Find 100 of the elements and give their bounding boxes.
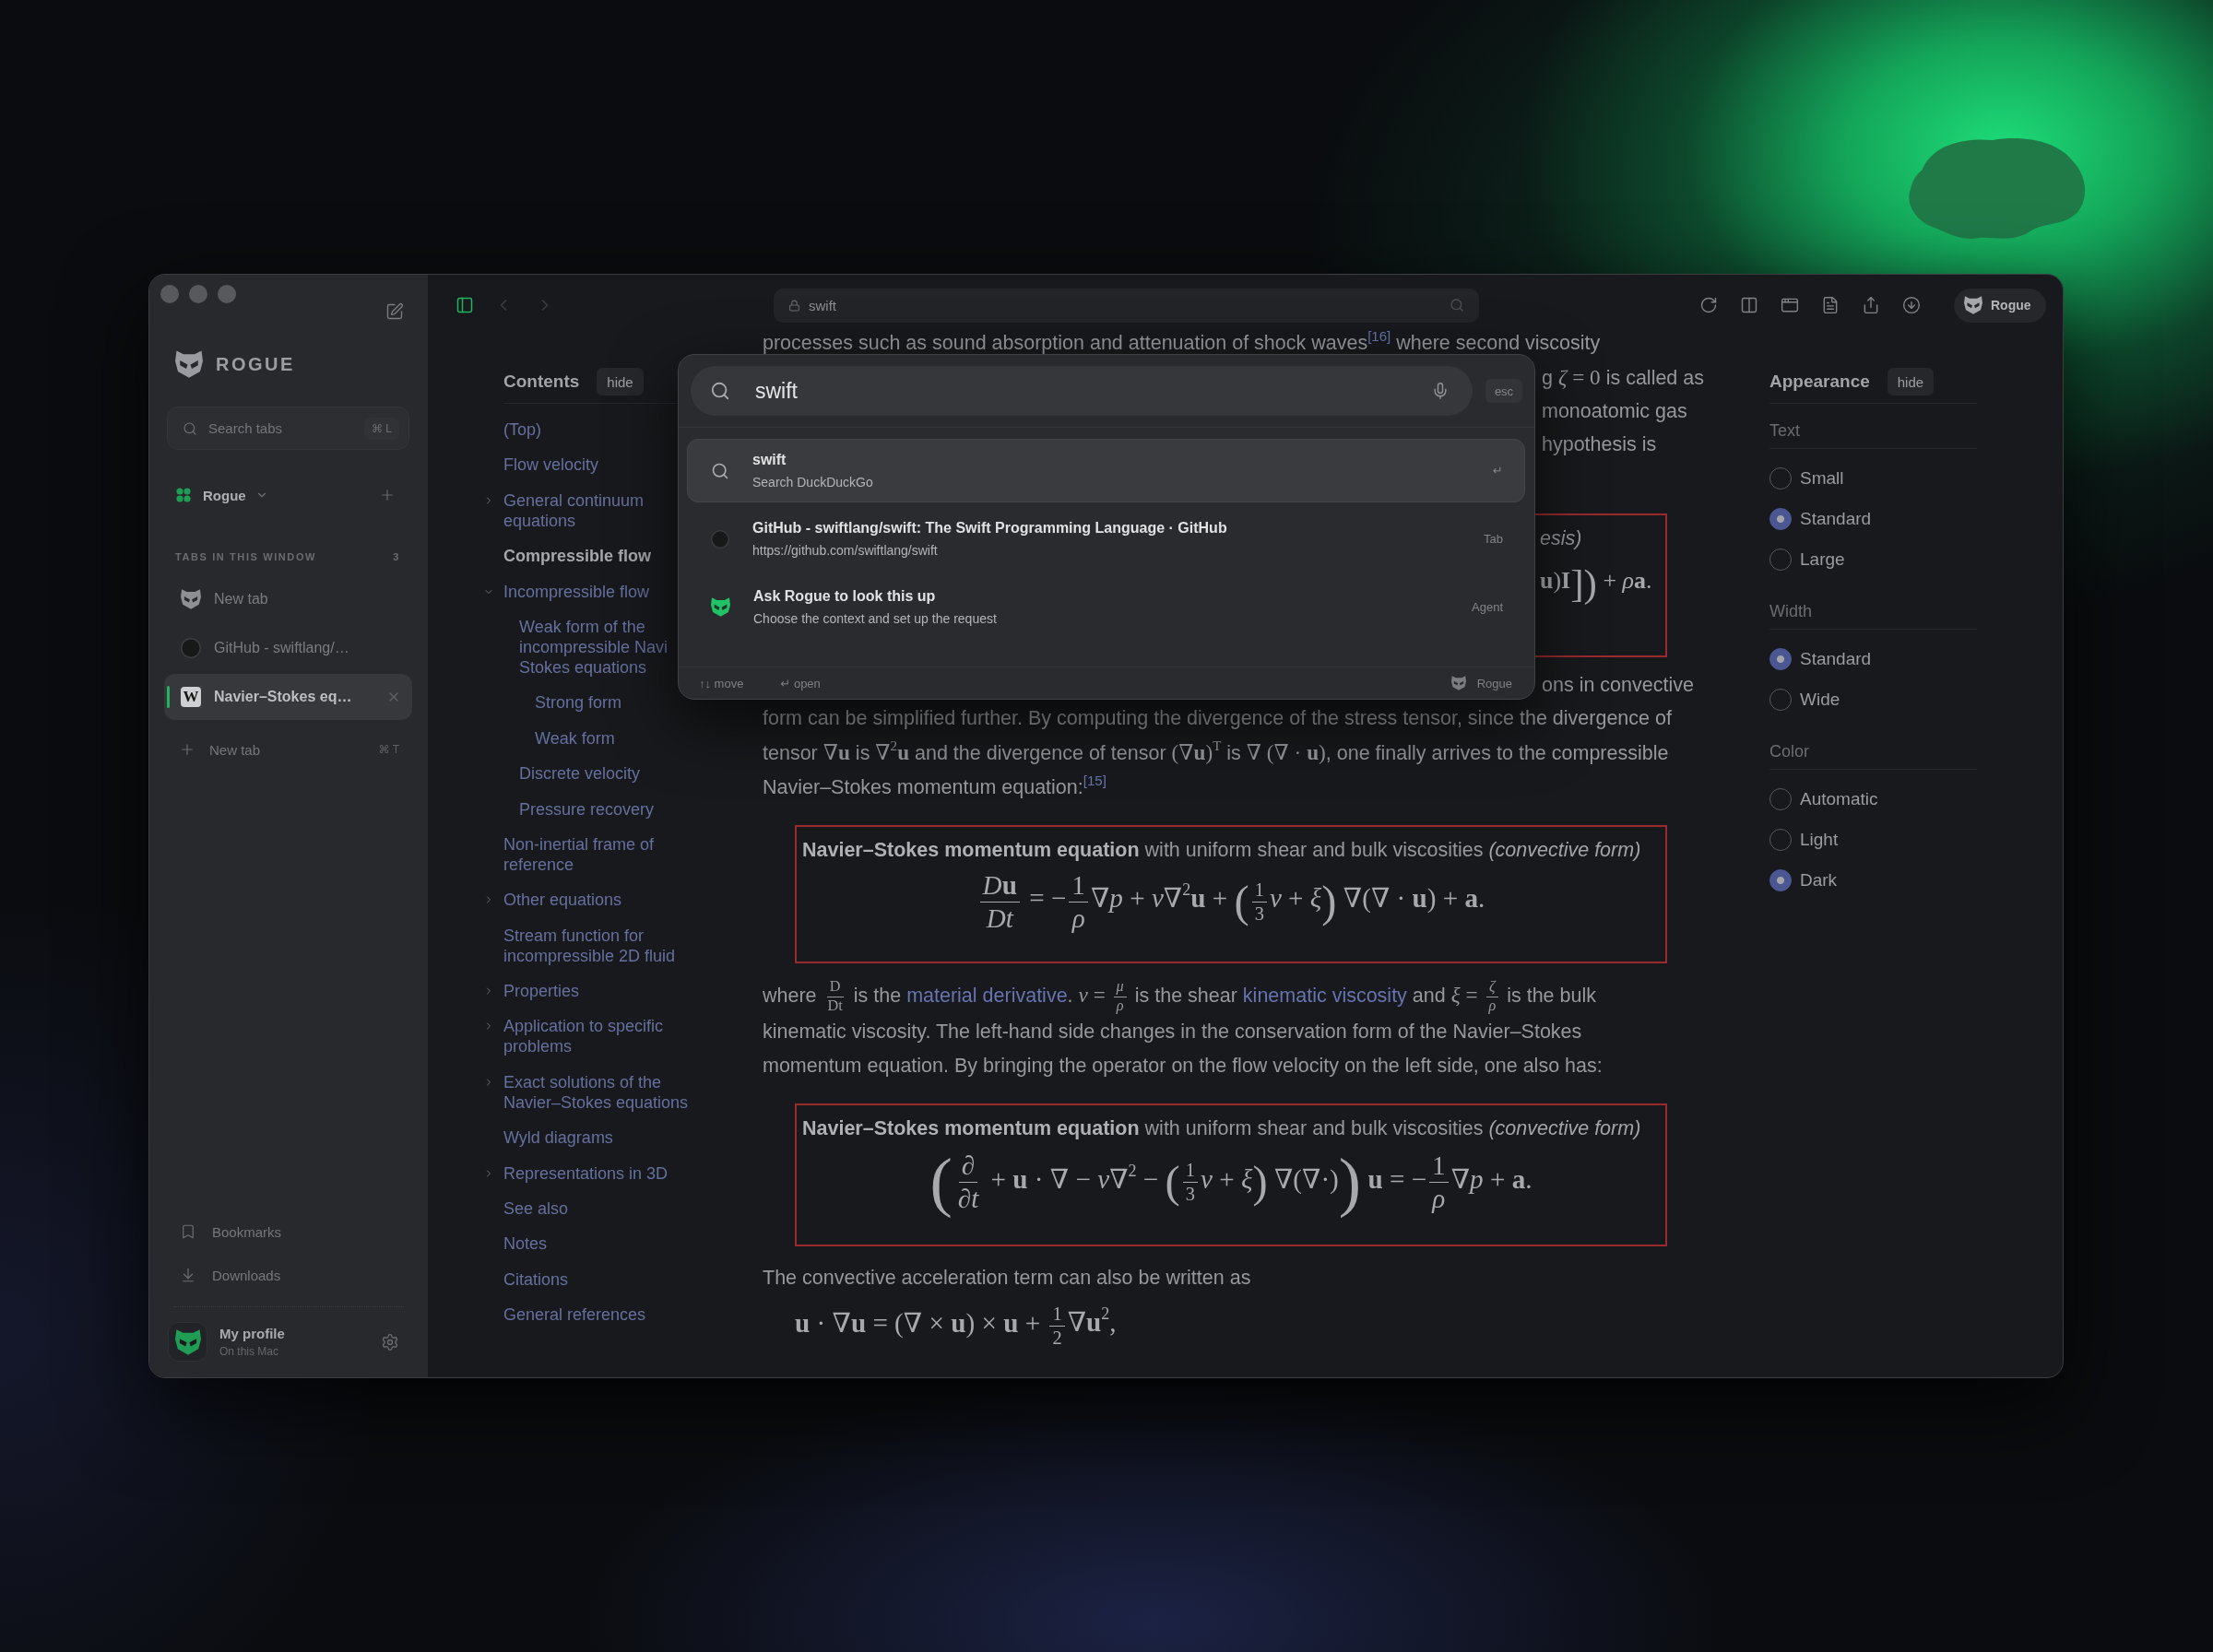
contents-link[interactable]: Notes	[503, 1233, 549, 1255]
contents-link[interactable]: Application to specific problems	[503, 1016, 665, 1057]
contents-link[interactable]: Weak form	[535, 727, 616, 749]
traffic-light-button[interactable]	[189, 285, 207, 303]
contents-link[interactable]: Weak form of the incompressible Navi Stokes equations	[519, 616, 669, 678]
search-result[interactable]: GitHub - swiftlang/swift: The Swift Programming Language · GitHub https://github.com/swiftlang/swift Tab	[687, 507, 1525, 571]
shortcut-key: ⌘ L	[364, 417, 399, 440]
section-label: Width	[1769, 600, 1977, 630]
equation-title: Navier–Stokes momentum equation with uniform shear and bulk viscosities (convective form)	[802, 838, 1641, 863]
article-text: processes such as sound absorption and attenuation of shock waves$^{[16]}$ where second viscosity	[763, 332, 1601, 354]
radio-option[interactable]: Automatic	[1769, 779, 1878, 820]
sidebar-link[interactable]: Downloads	[164, 1255, 412, 1295]
contents-link[interactable]: See also	[503, 1198, 570, 1220]
hide-button[interactable]: hide	[1887, 368, 1935, 395]
grid-icon	[176, 488, 191, 502]
share-icon[interactable]	[1862, 296, 1880, 314]
section-label: Color	[1769, 740, 1977, 770]
contents-link[interactable]: Wyld diagrams	[503, 1127, 614, 1149]
citation-link[interactable]: [16]	[1367, 331, 1391, 344]
letter-tile-icon: W	[181, 687, 201, 707]
tab-item[interactable]: GitHub - swiftlang/…	[164, 625, 412, 671]
section-label: TABS IN THIS WINDOW	[175, 551, 317, 562]
panel-title: Contents	[503, 372, 580, 392]
mask-icon	[711, 597, 730, 617]
tab-item[interactable]: W Navier–Stokes eq…	[164, 674, 412, 720]
plus-icon[interactable]	[379, 487, 396, 503]
key-hint: ↑↓ move	[699, 676, 744, 690]
bookmark-icon	[180, 1223, 196, 1240]
document-icon[interactable]	[1821, 296, 1840, 314]
microphone-icon[interactable]	[1431, 382, 1450, 400]
article-paragraph: form can be simplified further. By computing the divergence of the stress tensor, since the divergence of tensor ∇u is ∇$^{2}$u and the divergence of tensor (∇u)$^{T}$ is ∇ (∇ · u), one finally arrives to the compressible Navier–Stokes momentum equation:$^{[15]}$	[763, 706, 1673, 800]
tab-count: 3	[393, 551, 400, 562]
contents-link[interactable]: Non-inertial frame of reference	[503, 833, 656, 875]
profile-button[interactable]: Rogue	[1954, 288, 2046, 323]
text-link[interactable]: material derivative	[906, 985, 1068, 1008]
settings-icon[interactable]	[381, 1332, 399, 1351]
text-link[interactable]: kinematic viscosity	[1242, 985, 1407, 1008]
address-field[interactable]: swift	[774, 288, 1479, 323]
search-field[interactable]: Search tabs ⌘ L	[167, 407, 409, 450]
contents-link[interactable]: Exact solutions of the Navier–Stokes equations	[503, 1071, 690, 1113]
download-icon[interactable]	[1902, 296, 1921, 314]
search-icon	[710, 381, 730, 401]
search-field[interactable]: swift	[691, 366, 1473, 416]
search-icon	[1450, 298, 1464, 313]
selection-bar	[167, 686, 170, 708]
plus-icon	[179, 741, 195, 758]
contents-link[interactable]: Other equations	[503, 890, 623, 911]
contents-link[interactable]: Properties	[503, 981, 581, 1002]
radio-button[interactable]	[1769, 869, 1792, 891]
contents-link[interactable]: (Top)	[503, 419, 543, 440]
contents-link[interactable]: General references	[503, 1304, 647, 1326]
circle-icon	[181, 638, 201, 658]
sidebar-toggle-icon[interactable]	[456, 296, 474, 314]
tab-item[interactable]: New tab	[164, 576, 412, 622]
radio-option[interactable]: Dark	[1769, 860, 1838, 901]
radio-button[interactable]	[1769, 648, 1792, 670]
equation-title: esis)	[1540, 526, 1582, 551]
radio-option[interactable]: Wide	[1769, 679, 1840, 720]
article-paragraph: The convective acceleration term can also be written as	[763, 1266, 1252, 1291]
article-text: g ζ = 0 is called as	[1542, 364, 1704, 391]
mask-icon	[1964, 296, 1982, 314]
contents-link[interactable]: Representations in 3D	[503, 1162, 669, 1184]
window-icon[interactable]	[1781, 296, 1799, 314]
contents-link[interactable]: Stream function for incompressible 2D fluid	[503, 925, 677, 966]
space-selector[interactable]: Rogue	[176, 487, 268, 503]
contents-link[interactable]: Compressible flow	[503, 546, 653, 567]
contents-link[interactable]: Citations	[503, 1268, 570, 1290]
split-view-icon[interactable]	[1740, 296, 1758, 314]
panel-title: Appearance	[1769, 372, 1870, 392]
escape-key: esc	[1485, 379, 1522, 403]
search-result[interactable]: swift Search DuckDuckGo ↵	[687, 439, 1525, 502]
new-tab-button[interactable]: New tab ⌘ T	[164, 728, 412, 771]
key-hint: ↵ open	[780, 676, 821, 690]
contents-link[interactable]: Strong form	[535, 692, 623, 714]
contents-link[interactable]: Discrete velocity	[519, 763, 642, 785]
search-icon	[183, 420, 197, 436]
contents-link[interactable]: Flow velocity	[503, 454, 600, 476]
hide-button[interactable]: hide	[597, 368, 644, 395]
radio-option[interactable]: Standard	[1769, 499, 1872, 539]
article-text: hypothesis is	[1542, 432, 1657, 457]
traffic-light-button[interactable]	[218, 285, 236, 303]
radio-option[interactable]: Standard	[1769, 639, 1872, 679]
contents-link[interactable]: Incompressible flow	[503, 581, 651, 602]
equation-title: Navier–Stokes momentum equation with uniform shear and bulk viscosities (convective form)	[802, 1116, 1641, 1142]
compose-icon[interactable]	[385, 302, 404, 321]
reload-icon[interactable]	[1699, 296, 1718, 314]
radio-option[interactable]: Light	[1769, 820, 1839, 860]
article-text: ons in convective	[1542, 673, 1694, 698]
citation-link[interactable]: [15]	[1083, 773, 1106, 788]
contents-link[interactable]: General continuum equations	[503, 490, 645, 531]
traffic-light-button[interactable]	[160, 285, 179, 303]
contents-link[interactable]: Pressure recovery	[519, 798, 656, 820]
search-result[interactable]: Ask Rogue to look this up Choose the context and set up the request Agent	[687, 575, 1525, 639]
mask-icon	[1450, 676, 1466, 690]
radio-option[interactable]: Large	[1769, 539, 1845, 580]
radio-button[interactable]	[1769, 508, 1792, 530]
radio-option[interactable]: Small	[1769, 458, 1844, 499]
profile-button[interactable]: My profile On this Mac	[168, 1322, 285, 1362]
mask-icon	[181, 589, 201, 609]
sidebar-link[interactable]: Bookmarks	[164, 1211, 412, 1252]
